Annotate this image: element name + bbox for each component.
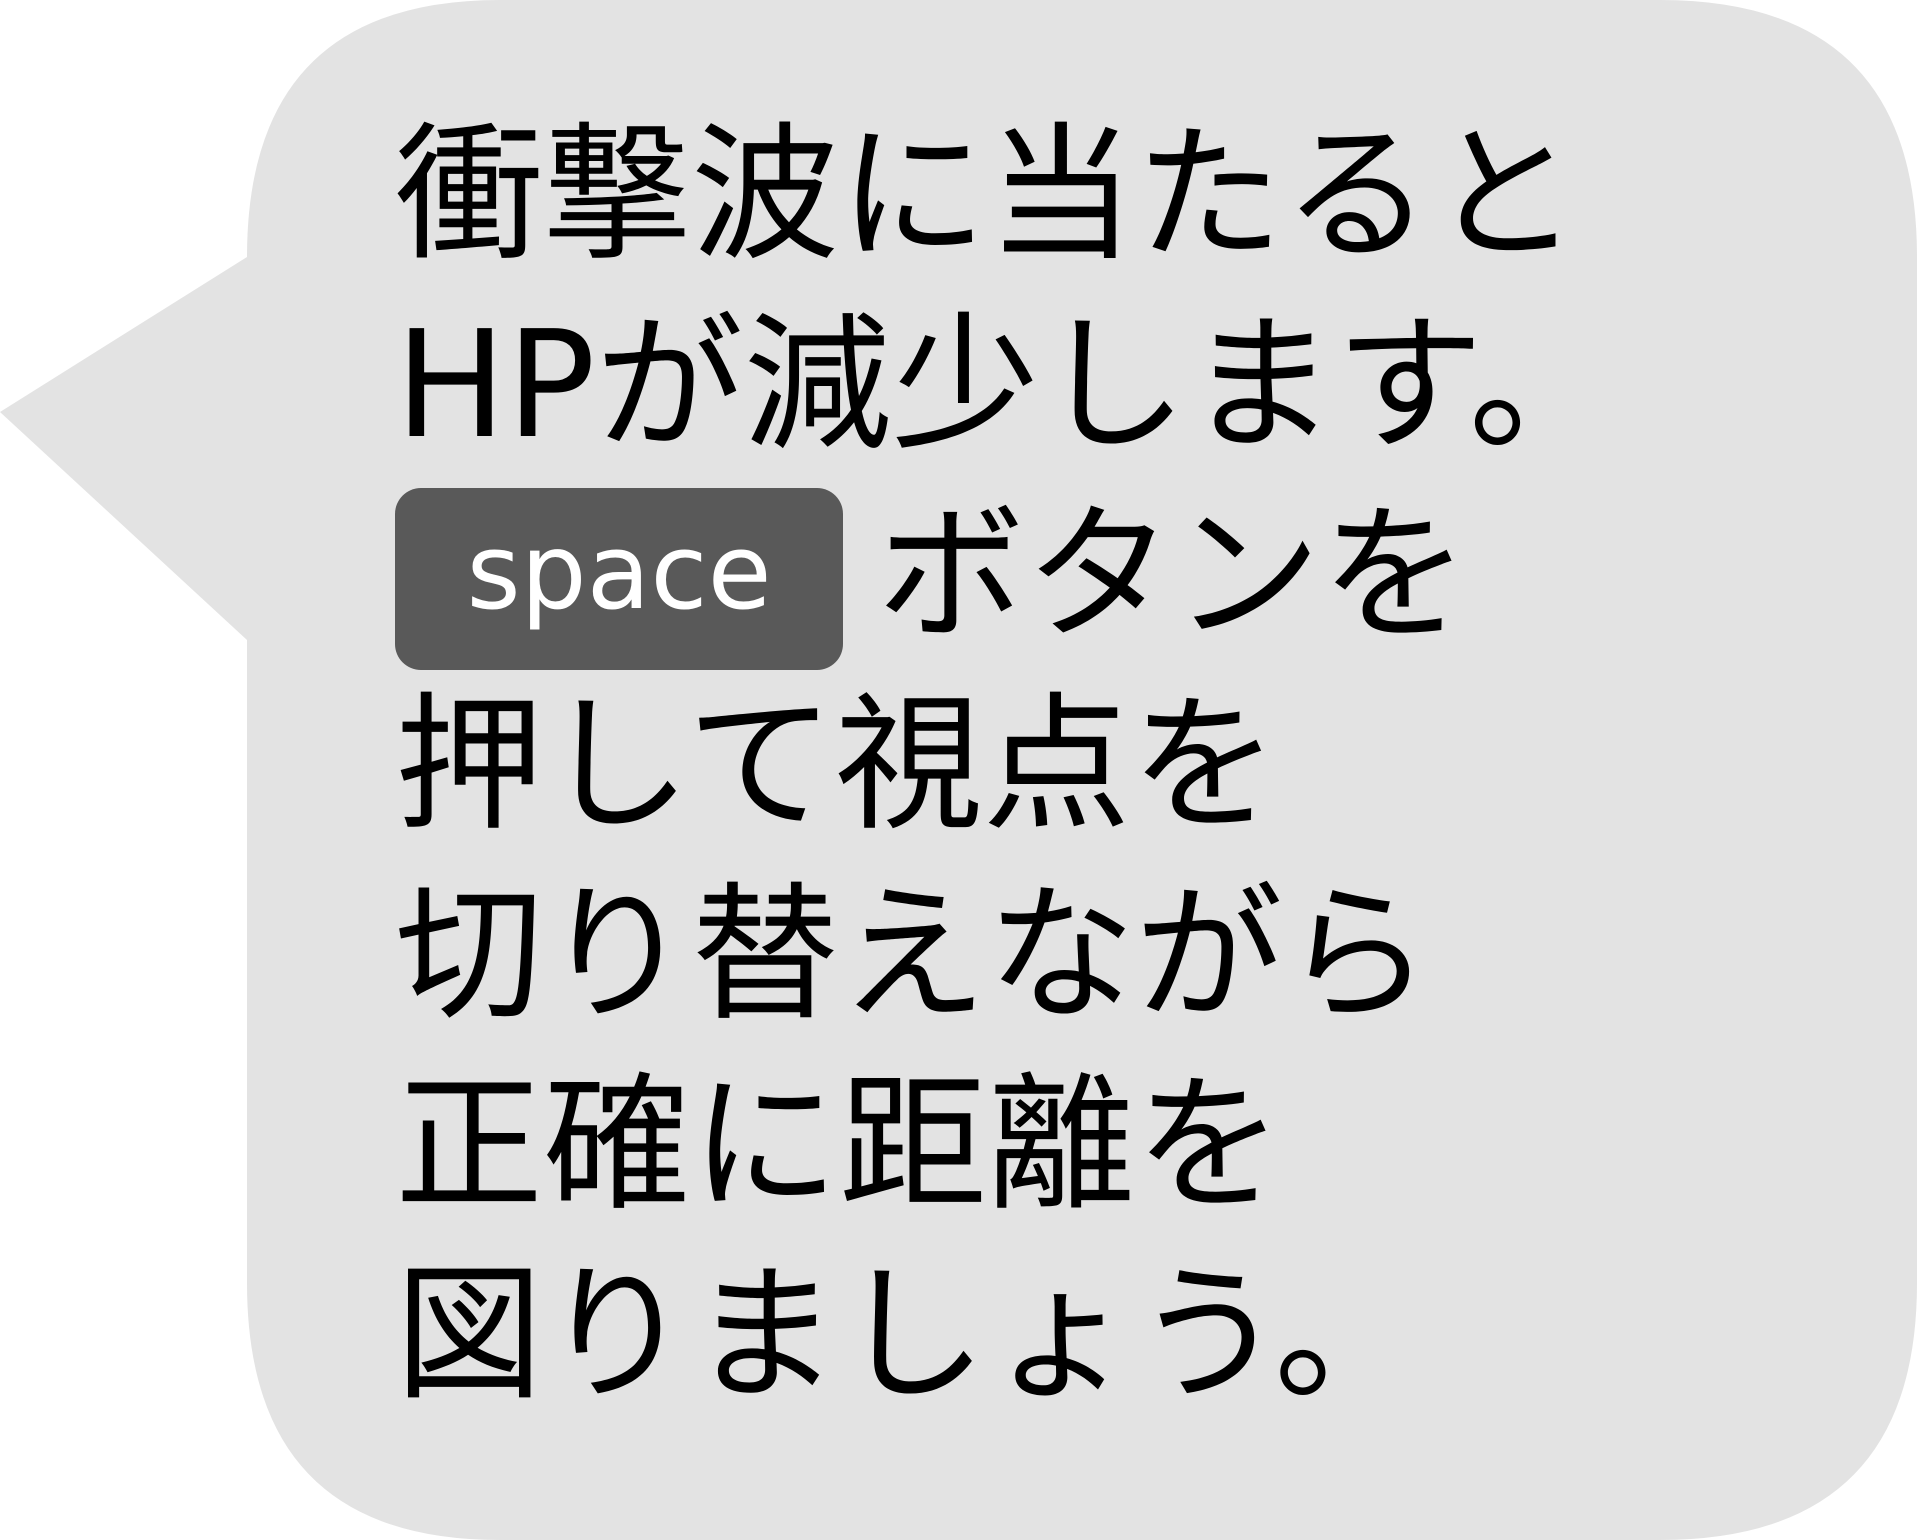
message-line-3: space ボタンを <box>395 480 1775 670</box>
message-line-7: 図りましょう。 <box>395 1249 1423 1421</box>
message-line-4: 押して視点を <box>395 679 1279 851</box>
space-key-badge: space <box>395 488 843 670</box>
message-line-6: 正確に距離を <box>395 1059 1283 1231</box>
message-line-2: HPが減少します。 <box>395 299 1617 471</box>
message-line-1: 衝撃波に当たると <box>395 109 1579 281</box>
message-line-5: 切り替えながら <box>395 869 1431 1041</box>
message-line-3-text: ボタンを <box>877 489 1469 661</box>
tutorial-message: 衝撃波に当たると HPが減少します。 space ボタンを 押して視点を 切り替え… <box>395 100 1775 1430</box>
space-key-label: space <box>466 511 772 633</box>
